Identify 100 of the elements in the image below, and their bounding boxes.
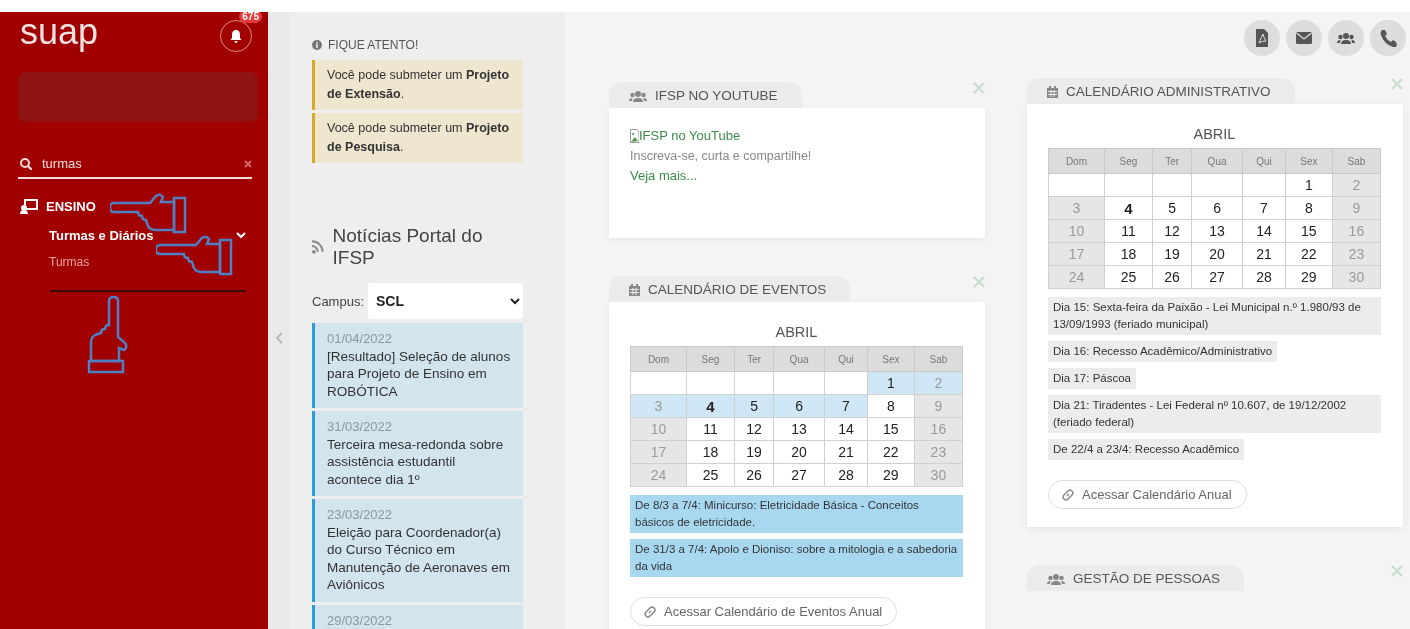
close-icon[interactable] — [973, 82, 985, 94]
people-icon — [1337, 32, 1355, 44]
calendar-day[interactable]: 18 — [686, 440, 735, 464]
calendar-event: Dia 21: Tiradentes - Lei Federal nº 10.607, de 19/12/2002 (feriado federal) — [1048, 395, 1381, 433]
news-date: 23/03/2022 — [327, 506, 394, 524]
calendar-day[interactable]: 29 — [867, 463, 915, 487]
calendar-day[interactable]: 25 — [1104, 265, 1153, 289]
widget-title: GESTÃO DE PESSOAS — [1073, 571, 1221, 586]
weekday-header: Qua — [1191, 148, 1243, 174]
calendar-day[interactable]: 27 — [773, 463, 825, 487]
calendar-day[interactable]: 4 — [1104, 196, 1153, 220]
youtube-image-link[interactable]: IFSP no YouTube — [630, 126, 963, 146]
calendar-day[interactable]: 11 — [1104, 219, 1153, 243]
notice-message: Você pode submeter um Projeto de Pesquisa. — [312, 113, 523, 163]
calendar-day[interactable]: 13 — [1191, 219, 1243, 243]
phone-icon — [1379, 29, 1397, 47]
teaching-icon — [20, 199, 38, 214]
calendar-day[interactable]: 5 — [1152, 196, 1192, 220]
calendar-day[interactable]: 19 — [1152, 242, 1192, 266]
people-icon — [629, 89, 647, 102]
weekday-header: Seg — [686, 346, 735, 372]
weekday-header: Seg — [1104, 148, 1153, 174]
calendar-day[interactable]: 14 — [1242, 219, 1286, 243]
rss-icon — [312, 240, 325, 254]
link-icon — [643, 605, 656, 618]
calendar-day[interactable]: 15 — [1285, 219, 1333, 243]
weekday-header: Qui — [1242, 148, 1286, 174]
news-date: 31/03/2022 — [327, 418, 394, 436]
news-item[interactable]: 01/04/2022 [Resultado] Seleção de alunos para Projeto de Ensino em ROBÓTICA — [312, 323, 523, 408]
calendar-day[interactable]: 20 — [1191, 242, 1243, 266]
calendar-day[interactable]: 8 — [1285, 196, 1333, 220]
close-icon[interactable] — [1391, 78, 1403, 90]
calendar-day[interactable]: 20 — [773, 440, 825, 464]
news-title: Eleição para Coordenador(a) do Curso Técnico em Manutenção de Aeronaves em Aviônicos — [327, 523, 512, 594]
weekday-header: Sex — [1285, 148, 1333, 174]
calendar-day[interactable]: 1 — [1285, 173, 1333, 197]
calendar-event: De 22/4 a 23/4: Recesso Acadêmico — [1048, 439, 1245, 460]
clear-icon[interactable] — [244, 159, 252, 168]
pdf-file-icon — [1254, 29, 1270, 47]
calendar-day[interactable]: 11 — [686, 417, 735, 441]
calendar-day[interactable]: 29 — [1285, 265, 1333, 289]
calendar-day[interactable]: 15 — [867, 417, 915, 441]
calendar-day[interactable]: 7 — [1242, 196, 1286, 220]
info-icon — [312, 40, 322, 50]
suap-logo[interactable]: suap — [20, 12, 99, 52]
alert-heading: FIQUE ATENTO! — [328, 38, 419, 52]
calendar-day[interactable]: 26 — [734, 463, 774, 487]
calendar-day[interactable]: 12 — [734, 417, 774, 441]
youtube-caption: Inscreva-se, curta e compartilhe! — [630, 148, 813, 165]
calendar-day[interactable]: 25 — [686, 463, 735, 487]
calendar-day[interactable]: 8 — [867, 394, 915, 418]
calendar-event: Dia 17: Páscoa — [1048, 368, 1136, 389]
calendar-event: Dia 16: Recesso Acadêmico/Administrativo — [1048, 341, 1278, 362]
submenu-link[interactable]: Turmas — [49, 255, 90, 269]
calendar-icon — [1047, 85, 1058, 98]
calendar-day[interactable]: 13 — [773, 417, 825, 441]
campus-select[interactable]: SCL — [368, 283, 523, 319]
notification-badge: 675 — [239, 12, 262, 23]
news-item[interactable]: 23/03/2022 Eleição para Coordenador(a) do Curso Técnico em Manutenção de Aeronaves em Aviônicos — [312, 499, 523, 602]
calendar-day[interactable]: 26 — [1152, 265, 1192, 289]
widget-title: CALENDÁRIO DE EVENTOS — [648, 282, 827, 297]
menu-item[interactable]: ENSINO — [46, 199, 96, 214]
close-icon[interactable] — [1391, 565, 1403, 577]
see-more-link[interactable]: Veja mais... — [630, 166, 963, 186]
pdf-button[interactable] — [1244, 20, 1280, 56]
widget-title: CALENDÁRIO ADMINISTRATIVO — [1066, 84, 1271, 99]
chevron-left-icon[interactable] — [274, 332, 284, 344]
calendar-month: ABRIL — [774, 324, 819, 340]
calendar-day[interactable]: 28 — [1242, 265, 1286, 289]
calendar-day[interactable]: 22 — [1285, 242, 1333, 266]
news-item[interactable]: 31/03/2022 Terceira mesa-redonda sobre assistência estudantil acontece dia 1º — [312, 411, 523, 496]
close-icon[interactable] — [973, 276, 985, 288]
search-field[interactable]: turmas — [42, 156, 234, 171]
calendar-day[interactable]: 21 — [824, 440, 868, 464]
calendar-day[interactable]: 6 — [1191, 196, 1243, 220]
weekday-header: Sab — [1332, 148, 1381, 174]
people-button[interactable] — [1328, 20, 1364, 56]
news-date: 29/03/2022 — [327, 611, 394, 629]
submenu-item[interactable]: Turmas e Diários — [49, 228, 154, 243]
calendar-event: Dia 15: Sexta-feira da Paixão - Lei Municipal n.º 1.980/93 de 13/09/1993 (feriado municipal) — [1048, 297, 1381, 335]
calendar-day[interactable]: 18 — [1104, 242, 1153, 266]
calendar-day[interactable]: 14 — [824, 417, 868, 441]
calendar-day[interactable]: 22 — [867, 440, 915, 464]
email-button[interactable] — [1286, 20, 1322, 56]
calendar-link-button[interactable]: Acessar Calendário Anual — [1048, 480, 1247, 509]
calendar-link-button[interactable]: Acessar Calendário de Eventos Anual — [630, 597, 898, 626]
search-icon — [20, 157, 32, 170]
link-icon — [1061, 488, 1074, 501]
news-title: Terceira mesa-redonda sobre assistência estudantil acontece dia 1º — [327, 435, 505, 488]
news-title: [Resultado] Seleção de alunos para Projeto de Ensino em ROBÓTICA — [327, 347, 512, 400]
envelope-icon — [1296, 32, 1312, 44]
calendar-day[interactable]: 27 — [1191, 265, 1243, 289]
calendar-day[interactable]: 19 — [734, 440, 774, 464]
weekday-header: Ter — [1152, 148, 1192, 174]
phone-button[interactable] — [1370, 20, 1406, 56]
news-heading: Notícias Portal do IFSP — [332, 225, 484, 269]
calendar-day[interactable]: 12 — [1152, 219, 1192, 243]
calendar-day[interactable]: 21 — [1242, 242, 1286, 266]
calendar-event: De 31/3 a 7/4: Apolo e Dioniso: sobre a mitologia e a sabedoria da vida — [630, 539, 963, 577]
calendar-day[interactable]: 28 — [824, 463, 868, 487]
